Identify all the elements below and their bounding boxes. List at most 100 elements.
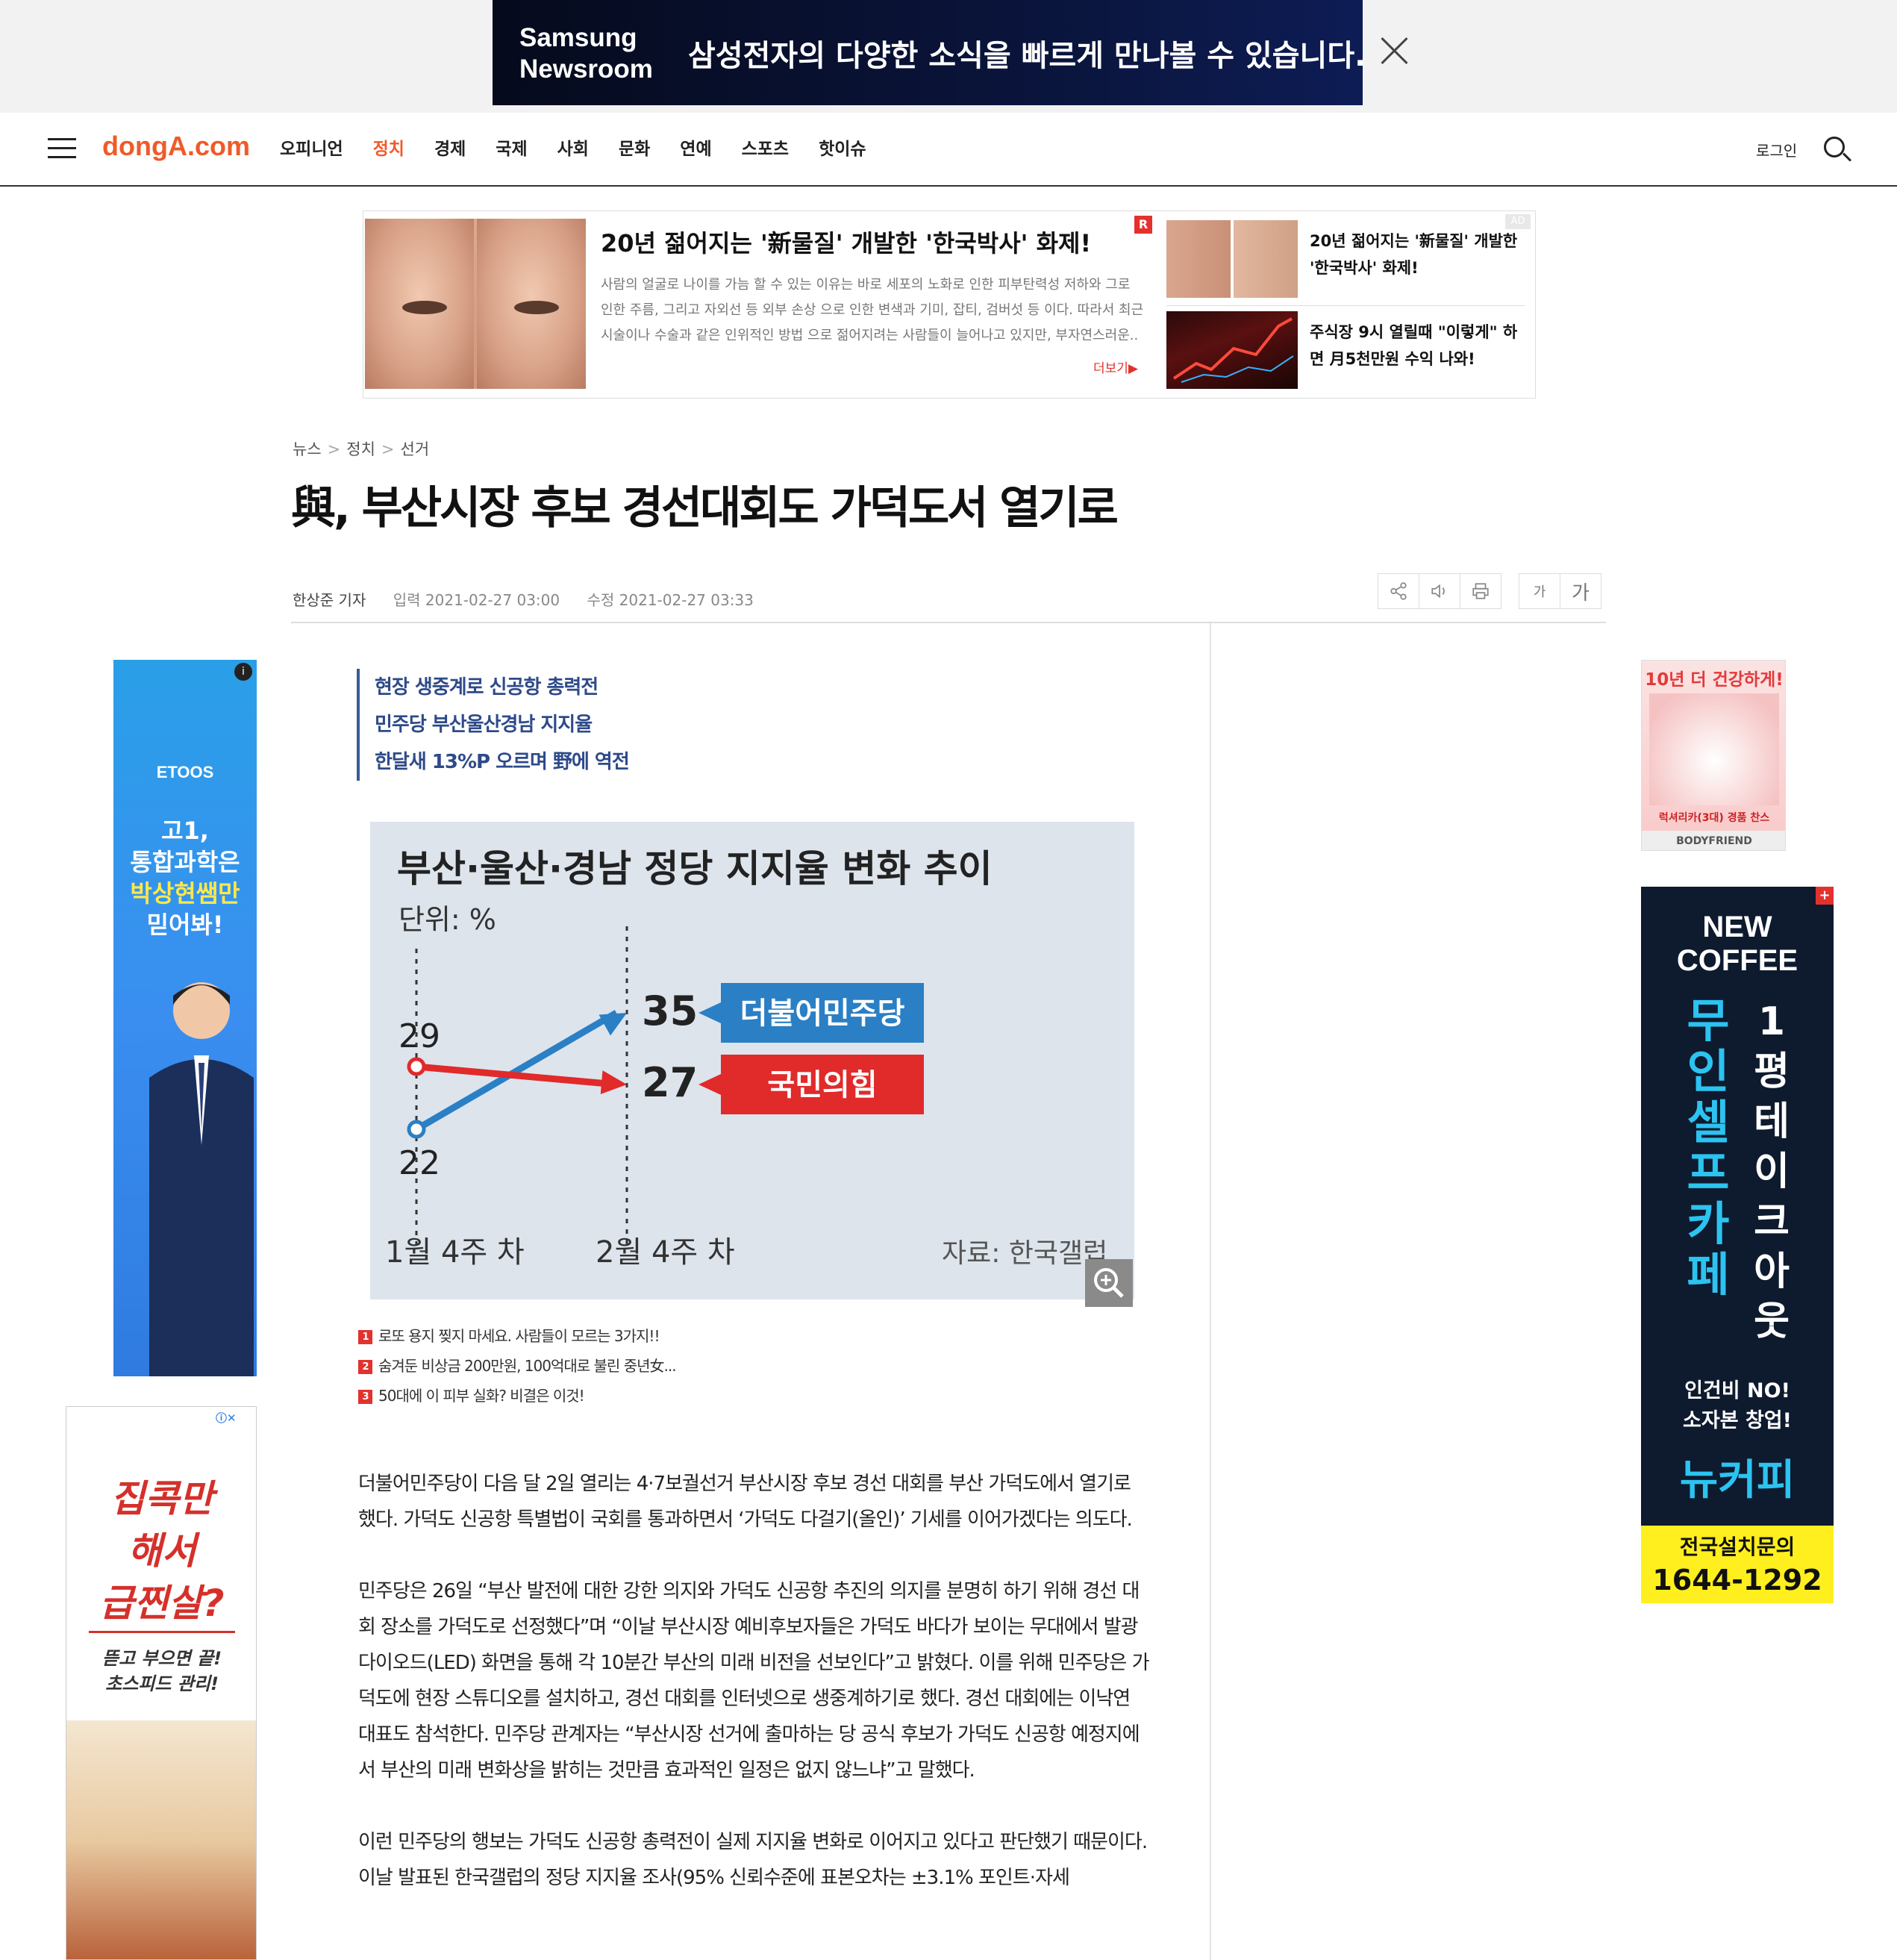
main-nav: 오피니언 정치 경제 국제 사회 문화 연예 스포츠 핫이슈 [280,135,896,163]
login-link[interactable]: 로그인 [1756,139,1797,160]
legend-pointer [699,1002,721,1023]
ad-r-badge: R [1134,216,1152,234]
close-banner-icon[interactable] [1379,36,1409,66]
breadcrumb-politics[interactable]: 정치 [346,440,375,458]
series-name-label: 더불어민주당 [740,996,905,1031]
body-paragraph: 더불어민주당이 다음 달 2일 열리는 4·7보궐선거 부산시장 후보 경선 대… [358,1473,1133,1531]
newcoffee-subcopy: 인건비 NO! 소자본 창업! [1683,1379,1792,1432]
newcoffee-contact: 전국설치문의 1644-1292 [1641,1526,1834,1603]
ad-expand-icon[interactable]: + [1816,887,1834,905]
top-promo-strip: Samsung Newsroom 삼성전자의 다양한 소식을 빠르게 만나볼 수… [0,0,1897,113]
breadcrumb: 뉴스 > 정치 > 선거 [293,440,430,458]
ad-side-item[interactable]: 주식장 9시 열릴때 "이렇게" 하면 月5천만원 수익 나와! [1166,311,1525,389]
bodyfriend-brand: BODYFRIEND [1642,831,1785,850]
ad-info-icon[interactable]: i [234,663,252,681]
legend-pointer [699,1074,721,1095]
ad-side-item[interactable]: 20년 젊어지는 '新물질' 개발한 '한국박사' 화제! [1166,220,1525,298]
nav-item[interactable]: 스포츠 [742,135,789,163]
nav-item[interactable]: 문화 [619,135,650,163]
share-icon[interactable] [1378,573,1419,609]
nav-item[interactable]: 국제 [496,135,527,163]
breadcrumb-election[interactable]: 선거 [401,440,430,458]
banner-message: 삼성전자의 다양한 소식을 빠르게 만나볼 수 있습니다. [688,39,1366,73]
chart-unit: 단위: % [399,903,496,936]
column-divider [1210,623,1211,1960]
bodyfriend-ad[interactable]: 10년 더 건강하게! 럭셔리카(3대) 경품 찬스 BODYFRIEND [1641,660,1786,851]
diet-ad[interactable]: ⓘ✕ 집콕만 해서 급찐살? 뜯고 부으면 끝! 초스피드 관리! [66,1406,257,1960]
font-increase-button[interactable]: 가 [1560,573,1601,609]
newcoffee-ad[interactable]: + NEW COFFEE 무인셀프카페 1평테이크아웃 인건비 NO! 소자본 … [1641,887,1834,1603]
ranking-list: 1 로또 용지 찢지 마세요. 사람들이 모르는 3가지!! 2 숨겨둔 비상금 2… [358,1321,677,1411]
samsung-newsroom-banner[interactable]: Samsung Newsroom 삼성전자의 다양한 소식을 빠르게 만나볼 수… [493,0,1366,105]
ad-choices-icon[interactable]: ⓘ✕ [216,1410,237,1426]
speaker-icon[interactable] [1419,573,1460,609]
diet-subcopy: 뜯고 부으면 끝! 초스피드 관리! [101,1648,222,1694]
search-icon[interactable] [1821,134,1854,166]
article-title: 與, 부산시장 후보 경선대회도 가덕도서 열기로 [291,482,1119,534]
divider [1166,305,1525,306]
x-tick-label: 2월 4주 차 [596,1235,735,1270]
body-paragraph: 민주당은 26일 “부산 발전에 대한 강한 의지와 가덕도 신공항 추진의 의… [358,1580,1150,1782]
font-decrease-button[interactable]: 가 [1519,573,1560,609]
start-value-label: 22 [399,1144,440,1182]
article-tools: 가 가 [1378,573,1601,609]
ad-skin-image[interactable] [365,219,586,389]
breadcrumb-news[interactable]: 뉴스 [293,440,322,458]
x-tick-label: 1월 4주 차 [385,1235,525,1270]
ad-more-link[interactable]: 더보기▶ [1093,358,1138,376]
menu-icon[interactable] [48,138,76,160]
reporter-name[interactable]: 한상준 기자 [293,591,366,609]
etoos-ad[interactable]: i ETOOS 고1, 통합과학은 박상현쌤만 믿어봐! [113,660,257,1376]
series-start-point [407,1120,426,1139]
ad-thumb-image [1166,220,1298,298]
subtitle-line: 현장 생중계로 신공항 총력전 [375,676,599,699]
ranking-item[interactable]: 1 로또 용지 찢지 마세요. 사람들이 모르는 3가지!! [358,1321,676,1351]
chart-title: 부산·울산·경남 정당 지지율 변화 추이 [397,847,993,890]
ad-side-text: 20년 젊어지는 '新물질' 개발한 '한국박사' 화제! [1310,232,1518,277]
ranking-item[interactable]: 3 50대에 이 피부 실화? 비결은 이것! [358,1381,676,1411]
article-subtitles: 현장 생중계로 신공항 총력전 민주당 부산울산경남 지지율 한달새 13%P … [357,669,630,781]
chart-source: 자료: 한국갤럽 [942,1238,1107,1269]
nav-item[interactable]: 경제 [434,135,466,163]
site-header: dongA.com 오피니언 정치 경제 국제 사회 문화 연예 스포츠 핫이슈 로그인 [0,113,1897,187]
newcoffee-vertical-copy: 1평테이크아웃 [1754,999,1790,1344]
site-logo[interactable]: dongA.com [102,131,250,162]
newcoffee-brand: 뉴커피 [1679,1456,1796,1505]
nav-item[interactable]: 연예 [680,135,711,163]
article-byline: 한상준 기자 입력 2021-02-27 03:00 수정 2021-02-27… [293,588,754,610]
series-start-point [407,1057,426,1076]
start-value-label: 29 [399,1017,440,1055]
bodyfriend-product: 럭셔리카(3대) 경품 찬스 [1658,812,1770,824]
nav-item[interactable]: 핫이슈 [819,135,866,163]
bodyfriend-headline: 10년 더 건강하게! [1645,670,1784,690]
etoos-logo: ETOOS [156,763,214,781]
divider [89,1631,235,1633]
top-native-ad[interactable]: 20년 젊어지는 '新물질' 개발한 '한국박사' 화제! R 사람의 얼굴로 … [363,210,1536,399]
nav-item[interactable]: 오피니언 [280,135,343,163]
subtitle-line: 한달새 13%P 오르며 野에 역전 [375,751,630,773]
ad-title[interactable]: 20년 젊어지는 '新물질' 개발한 '한국박사' 화제! [601,225,1091,259]
end-value-label: 27 [642,1059,698,1106]
input-date: 입력 2021-02-27 03:00 [393,591,560,609]
end-value-label: 35 [642,987,698,1034]
divider [291,622,1606,623]
series-name-label: 국민의힘 [767,1068,877,1102]
ad-description: 사람의 얼굴로 나이를 가늠 할 수 있는 이유는 바로 세포의 노화로 인한 … [601,277,1144,343]
zoom-in-icon[interactable] [1085,1259,1133,1307]
newcoffee-logo: NEW COFFEE [1676,911,1798,977]
ranking-item[interactable]: 2 숨겨둔 비상금 200만원, 100억대로 불린 중년女... [358,1351,677,1381]
series-arrowhead [600,1070,627,1095]
ad-side-text: 주식장 9시 열릴때 "이렇게" 하면 月5천만원 수익 나와! [1310,323,1518,368]
diet-product-image [66,1720,256,1959]
modified-date: 수정 2021-02-27 03:33 [587,591,754,609]
diet-headline: 집콕만 해서 급찐살? [99,1477,225,1625]
support-rate-chart[interactable]: 부산·울산·경남 정당 지지율 변화 추이 단위: % 1월 4주 차 2월 4주… [370,822,1134,1299]
teacher-image [149,982,254,1376]
newcoffee-vertical-copy: 무인셀프카페 [1687,993,1730,1302]
nav-item[interactable]: 사회 [557,135,589,163]
subtitle-line: 민주당 부산울산경남 지지율 [375,714,593,736]
banner-brand: Samsung Newsroom [519,23,653,84]
print-icon[interactable] [1460,573,1501,609]
nav-item[interactable]: 정치 [373,135,404,163]
article-body: 더불어민주당이 다음 달 2일 열리는 4·7보궐선거 부산시장 후보 경선 대… [358,1466,1150,1932]
